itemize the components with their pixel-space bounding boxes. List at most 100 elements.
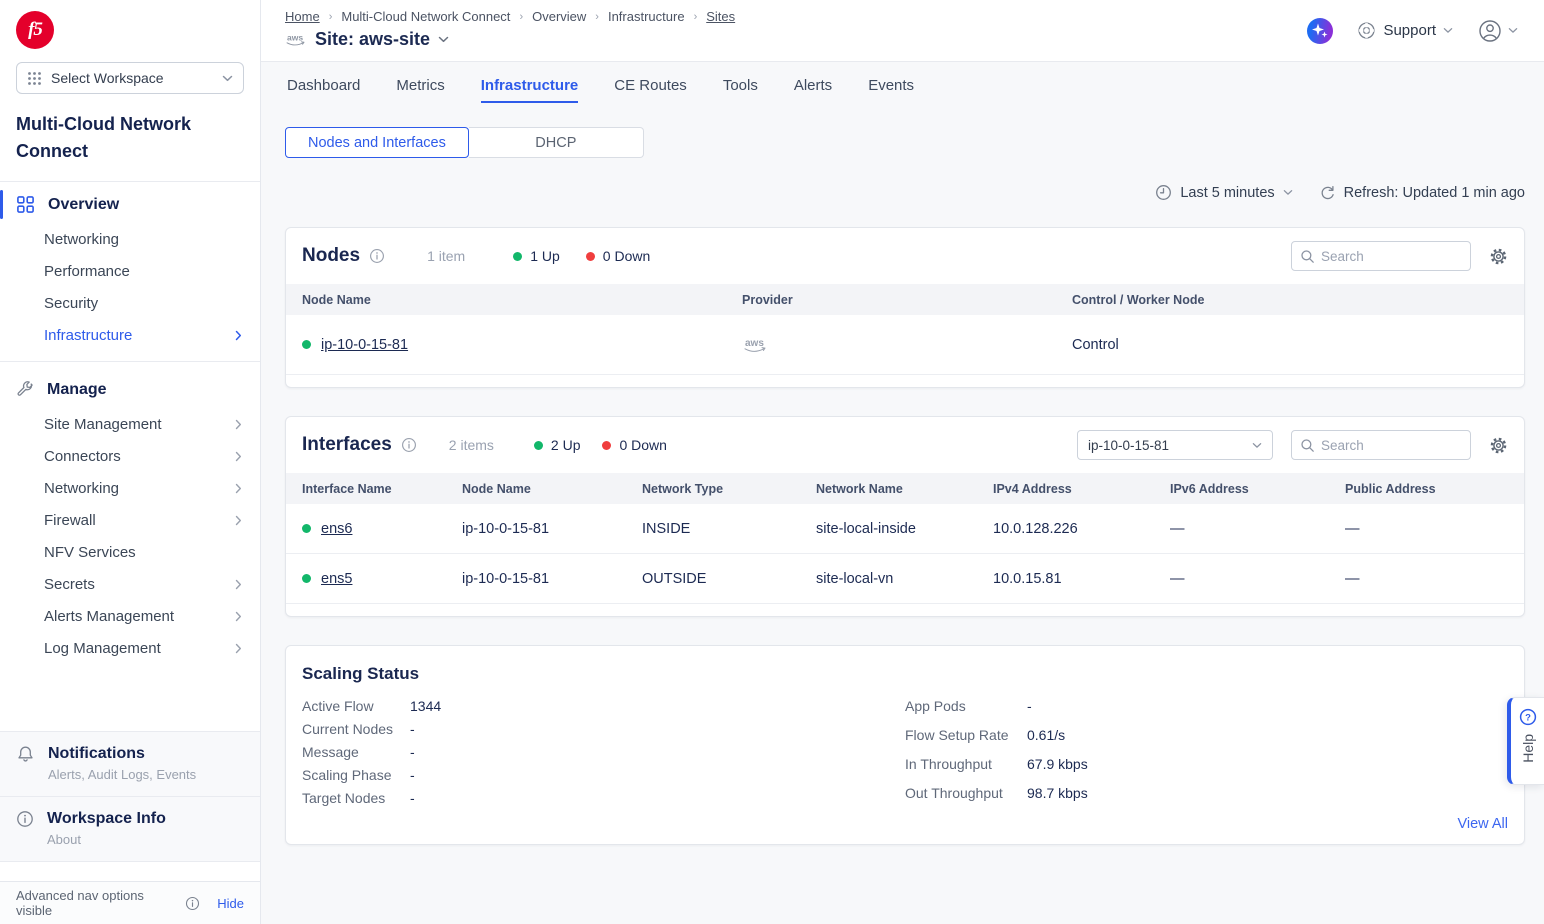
subtab-nodes-and-interfaces[interactable]: Nodes and Interfaces bbox=[285, 127, 469, 158]
down-status-dot bbox=[586, 252, 595, 261]
up-status-dot bbox=[513, 252, 522, 261]
sidebar-item-performance[interactable]: Performance bbox=[0, 255, 260, 287]
hide-advanced-nav-button[interactable]: Hide bbox=[217, 896, 244, 911]
lifebuoy-icon bbox=[1357, 21, 1376, 40]
interfaces-up-status: 2 Up bbox=[534, 437, 581, 453]
scaling-status-title: Scaling Status bbox=[302, 664, 1508, 684]
sidebar-item-label: NFV Services bbox=[44, 544, 136, 561]
sidebar-notifications[interactable]: Notifications Alerts, Audit Logs, Events bbox=[0, 731, 260, 796]
help-tab[interactable]: ? Help bbox=[1507, 697, 1544, 785]
tab-tools[interactable]: Tools bbox=[723, 77, 758, 103]
breadcrumb-home[interactable]: Home bbox=[285, 9, 320, 24]
scaling-left-column: Active Flow1344 Current Nodes- Message- … bbox=[302, 698, 905, 814]
svg-text:aws: aws bbox=[287, 33, 303, 43]
chevron-right-icon bbox=[235, 643, 242, 654]
nodes-search-input[interactable] bbox=[1321, 249, 1462, 264]
sidebar-footer: Advanced nav options visible Hide bbox=[0, 881, 260, 924]
cell-node-name: ip-10-0-15-81 bbox=[462, 521, 642, 537]
sidebar-item-nfv-services[interactable]: NFV Services bbox=[0, 536, 260, 568]
bell-icon bbox=[16, 745, 35, 782]
workspace-selector[interactable]: Select Workspace bbox=[16, 62, 244, 94]
view-all-link[interactable]: View All bbox=[1457, 816, 1508, 832]
sidebar-workspace-info[interactable]: Workspace Info About bbox=[0, 796, 260, 861]
cell-ipv4: 10.0.15.81 bbox=[993, 571, 1170, 587]
sidebar-item-security[interactable]: Security bbox=[0, 287, 260, 319]
tab-metrics[interactable]: Metrics bbox=[396, 77, 444, 103]
interface-status-dot bbox=[302, 524, 311, 533]
subtab-dhcp[interactable]: DHCP bbox=[469, 127, 644, 158]
workspace-info-subtitle: About bbox=[47, 832, 166, 847]
sidebar-item-site-management[interactable]: Site Management bbox=[0, 408, 260, 440]
scaling-value: 1344 bbox=[410, 698, 441, 714]
column-node-name: Node Name bbox=[462, 482, 642, 496]
sidebar-item-connectors[interactable]: Connectors bbox=[0, 440, 260, 472]
tab-alerts[interactable]: Alerts bbox=[794, 77, 832, 103]
scaling-value: 67.9 kbps bbox=[1027, 756, 1088, 772]
scaling-status-card: Scaling Status Active Flow1344 Current N… bbox=[285, 645, 1525, 845]
interfaces-search-input[interactable] bbox=[1321, 438, 1462, 453]
sidebar-item-label: Site Management bbox=[44, 416, 162, 433]
sidebar-item-alerts-management[interactable]: Alerts Management bbox=[0, 600, 260, 632]
site-selector[interactable]: aws Site: aws-site bbox=[285, 29, 735, 50]
nodes-title: Nodes bbox=[302, 245, 360, 267]
interface-name-link[interactable]: ens6 bbox=[321, 521, 352, 537]
scaling-label: In Throughput bbox=[905, 756, 1027, 772]
support-menu[interactable]: Support bbox=[1357, 21, 1453, 40]
gear-icon[interactable] bbox=[1489, 436, 1508, 455]
breadcrumb-sites[interactable]: Sites bbox=[706, 9, 735, 24]
column-provider: Provider bbox=[742, 293, 1072, 307]
f5-logo[interactable]: f5 bbox=[0, 0, 260, 49]
cell-network-name: site-local-vn bbox=[816, 571, 993, 587]
info-circle-icon[interactable] bbox=[401, 437, 417, 453]
sidebar-item-label: Connectors bbox=[44, 448, 121, 465]
interfaces-count: 2 items bbox=[449, 437, 494, 453]
chevron-right-icon bbox=[235, 451, 242, 462]
breadcrumb-overview: Overview bbox=[532, 9, 586, 24]
scaling-label: Message bbox=[302, 744, 410, 760]
support-label: Support bbox=[1383, 22, 1436, 39]
tab-events[interactable]: Events bbox=[868, 77, 914, 103]
notifications-subtitle: Alerts, Audit Logs, Events bbox=[48, 767, 196, 782]
tab-dashboard[interactable]: Dashboard bbox=[287, 77, 360, 103]
tab-infrastructure[interactable]: Infrastructure bbox=[481, 77, 579, 103]
column-network-name: Network Name bbox=[816, 482, 993, 496]
sidebar-item-log-management[interactable]: Log Management bbox=[0, 632, 260, 664]
time-range-selector[interactable]: Last 5 minutes bbox=[1155, 184, 1292, 201]
divider bbox=[0, 861, 260, 881]
interfaces-table-header: Interface Name Node Name Network Type Ne… bbox=[286, 473, 1524, 504]
interface-name-link[interactable]: ens5 bbox=[321, 571, 352, 587]
workspace-title: Multi-Cloud Network Connect bbox=[16, 111, 244, 165]
sidebar-item-label: Networking bbox=[44, 480, 119, 497]
scaling-value: - bbox=[410, 721, 415, 737]
interfaces-node-filter[interactable]: ip-10-0-15-81 bbox=[1077, 430, 1273, 460]
node-name-link[interactable]: ip-10-0-15-81 bbox=[321, 337, 408, 353]
node-filter-value: ip-10-0-15-81 bbox=[1088, 438, 1169, 453]
search-icon bbox=[1300, 249, 1315, 264]
info-circle-icon[interactable] bbox=[369, 248, 385, 264]
nodes-search bbox=[1291, 241, 1471, 271]
account-menu[interactable] bbox=[1477, 18, 1518, 44]
sidebar-item-manage-networking[interactable]: Networking bbox=[0, 472, 260, 504]
chevron-down-icon bbox=[1443, 27, 1453, 34]
sidebar-item-networking[interactable]: Networking bbox=[0, 223, 260, 255]
nodes-card: Nodes 1 item 1 Up 0 Down bbox=[285, 227, 1525, 388]
sidebar-section-overview[interactable]: Overview bbox=[0, 186, 260, 223]
time-range-label: Last 5 minutes bbox=[1180, 185, 1274, 201]
chevron-down-icon bbox=[1283, 189, 1293, 196]
sidebar-item-firewall[interactable]: Firewall bbox=[0, 504, 260, 536]
cell-ipv4: 10.0.128.226 bbox=[993, 521, 1170, 537]
gear-icon[interactable] bbox=[1489, 247, 1508, 266]
chevron-down-icon bbox=[438, 36, 449, 43]
refresh-button[interactable]: Refresh: Updated 1 min ago bbox=[1319, 184, 1525, 201]
nodes-count: 1 item bbox=[427, 248, 465, 264]
svg-text:?: ? bbox=[1525, 712, 1531, 723]
chevron-right-icon bbox=[235, 611, 242, 622]
user-avatar-icon bbox=[1477, 18, 1503, 44]
sidebar-item-infrastructure[interactable]: Infrastructure bbox=[0, 319, 260, 351]
sidebar-section-manage[interactable]: Manage bbox=[0, 372, 260, 408]
sidebar-item-secrets[interactable]: Secrets bbox=[0, 568, 260, 600]
scaling-label: Current Nodes bbox=[302, 721, 410, 737]
scaling-value: 98.7 kbps bbox=[1027, 785, 1088, 801]
ai-assistant-button[interactable] bbox=[1307, 18, 1333, 44]
tab-ce-routes[interactable]: CE Routes bbox=[614, 77, 687, 103]
